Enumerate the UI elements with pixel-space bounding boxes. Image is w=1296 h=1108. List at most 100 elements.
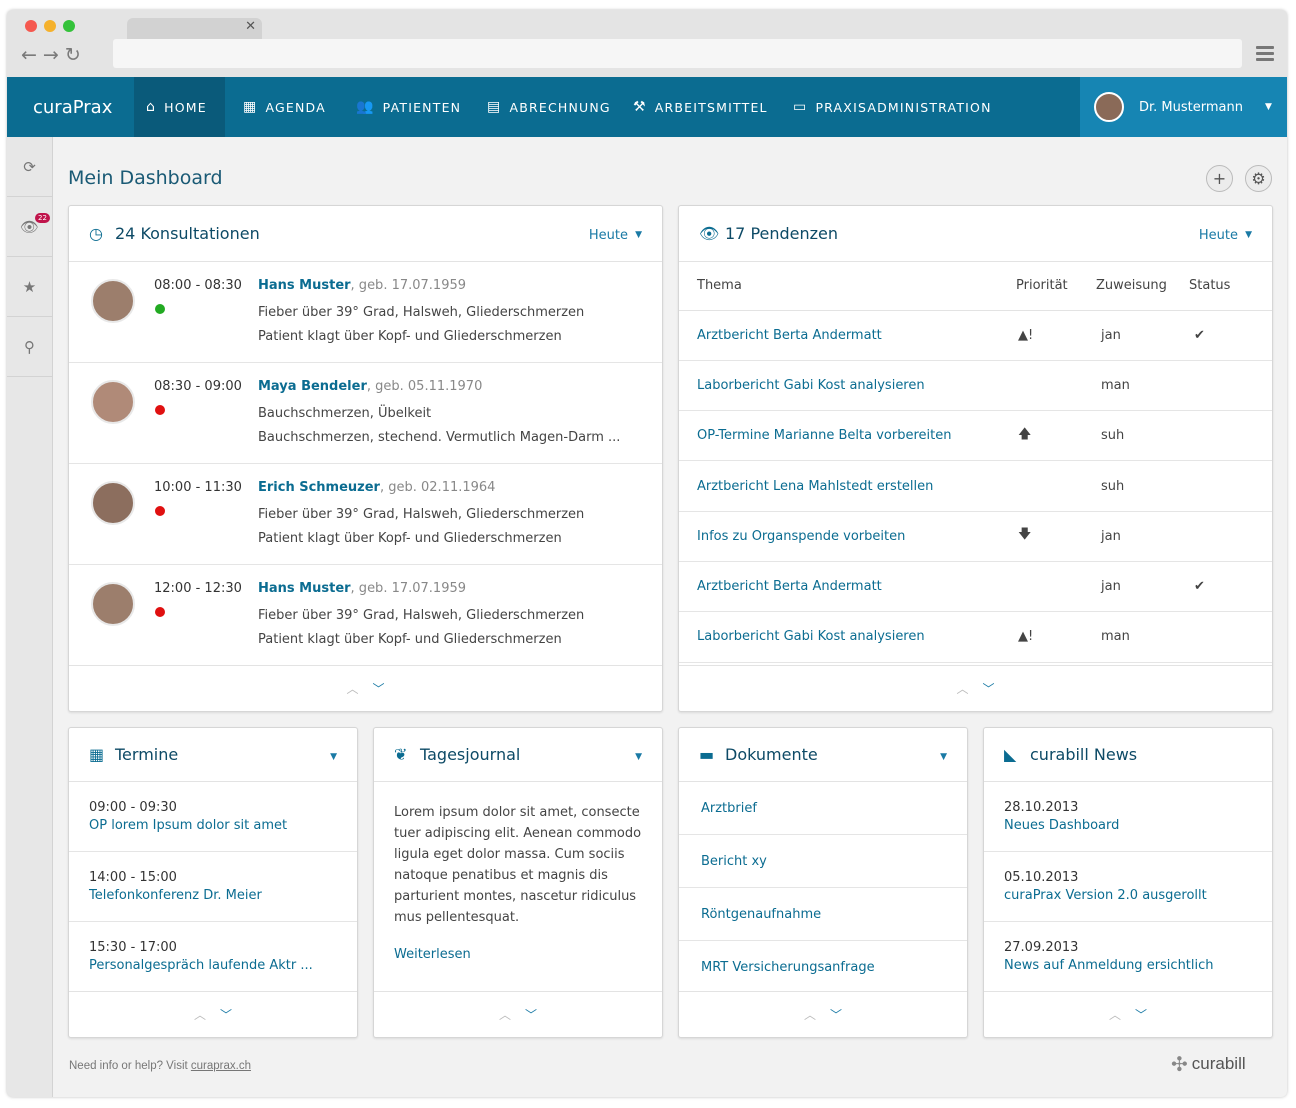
chevron-up-icon[interactable]: ︿ [1109, 1006, 1121, 1023]
list-item[interactable]: 08:00 - 08:30 Hans Muster, geb. 17.07.19… [69, 262, 662, 363]
symptoms: Fieber über 39° Grad, Halsweh, Gliedersc… [258, 507, 585, 522]
thema-link[interactable]: Arztbericht Berta Andermatt [679, 310, 1016, 361]
maximize-window-button[interactable] [63, 20, 75, 32]
thema-link[interactable]: Arztbericht Berta Andermatt [679, 561, 1016, 613]
nav-arbeitsmittel[interactable]: ⚒ ARBEITSMITTEL [621, 77, 780, 137]
list-item[interactable]: 08:30 - 09:00 Maya Bendeler, geb. 05.11.… [69, 363, 662, 464]
thema-link[interactable]: OP-Termine Marianne Belta vorbereiten [679, 410, 1016, 462]
table-row[interactable]: Infos zu Organspende vorbeiten 🡇 jan [679, 511, 1272, 562]
filter-dropdown[interactable]: Heute [1199, 228, 1238, 243]
appointment-link[interactable]: Personalgespräch laufende Aktr ... [89, 958, 337, 973]
patient-name-text[interactable]: Hans Muster [258, 581, 351, 596]
priority [1016, 360, 1096, 412]
notes: Bauchschmerzen, stechend. Vermutlich Mag… [258, 430, 621, 445]
settings-button[interactable]: ⚙ [1245, 165, 1272, 192]
nav-patienten[interactable]: 👥 PATIENTEN [344, 77, 473, 137]
sidebar-search[interactable]: ⚲ [7, 317, 52, 377]
close-window-button[interactable] [25, 20, 37, 32]
list-item[interactable]: 15:30 - 17:00 Personalgespräch laufende A… [69, 922, 357, 992]
thema-link[interactable]: Laborbericht Gabi Kost analysieren [679, 360, 1016, 412]
column-header: Priorität [1016, 262, 1096, 311]
filter-dropdown[interactable]: Heute [589, 228, 628, 243]
time: 12:00 - 12:30 [154, 581, 242, 596]
table-row[interactable]: OP-Termine Marianne Belta vorbereiten 🡅 su… [679, 410, 1272, 462]
document-link[interactable]: Röntgenaufnahme [679, 888, 967, 941]
browser-menu-icon[interactable] [1256, 46, 1274, 64]
nav-home[interactable]: ⌂ HOME [134, 77, 225, 137]
chevron-down-icon[interactable]: ▼ [1245, 230, 1252, 240]
chevron-down-icon[interactable]: ▼ [635, 752, 642, 762]
minimize-window-button[interactable] [44, 20, 56, 32]
appointment-link[interactable]: OP lorem Ipsum dolor sit amet [89, 818, 337, 833]
chevron-down-icon[interactable]: ﹀ [830, 1006, 842, 1023]
thema-link[interactable]: Arztbericht Lena Mahlstedt erstellen [679, 460, 1016, 512]
gear-icon: ⚙ [1251, 169, 1266, 188]
list-item[interactable]: 28.10.2013 Neues Dashboard [984, 782, 1272, 852]
nav-abrechnung[interactable]: ▤ ABRECHNUNG [475, 77, 623, 137]
thema-link[interactable]: Infos zu Organspende vorbeiten [679, 511, 1016, 562]
patient-name-text[interactable]: Hans Muster [258, 278, 351, 293]
document-link[interactable]: Bericht xy [679, 835, 967, 888]
chevron-down-icon[interactable]: ﹀ [983, 680, 995, 697]
chevron-down-icon[interactable]: ▼ [635, 230, 642, 240]
document-link[interactable]: MRT Versicherungsanfrage [679, 941, 967, 994]
table-row[interactable]: Laborbericht Gabi Kost analysieren ▲! man [679, 611, 1272, 663]
patient-name[interactable]: Erich Schmeuzer, geb. 02.11.1964 [258, 480, 495, 495]
chevron-up-icon[interactable]: ︿ [346, 680, 358, 697]
pendenzen-panel: 👁 17 Pendenzen Heute ▼ Thema Priorität Z… [678, 205, 1273, 712]
patient-name-text[interactable]: Erich Schmeuzer [258, 480, 380, 495]
toolbox-icon: ⚒ [633, 99, 647, 115]
chevron-up-icon[interactable]: ︿ [804, 1006, 816, 1023]
brand-logo[interactable]: curaPrax [33, 97, 112, 118]
reload-icon[interactable]: ↻ [65, 44, 87, 66]
user-menu[interactable]: Dr. Mustermann ▼ [1080, 77, 1287, 137]
list-item[interactable]: 12:00 - 12:30 Hans Muster, geb. 17.07.19… [69, 565, 662, 666]
help-link[interactable]: curaprax.ch [191, 1060, 251, 1072]
thema-link[interactable]: Laborbericht Gabi Kost analysieren [679, 611, 1016, 663]
panel-header: ◷ 24 Konsultationen Heute ▼ [69, 206, 662, 262]
chevron-up-icon[interactable]: ︿ [194, 1006, 206, 1023]
appointment-link[interactable]: Telefonkonferenz Dr. Meier [89, 888, 337, 903]
nav-agenda[interactable]: ▦ AGENDA [231, 77, 338, 137]
panel-title: curabill News [1030, 745, 1138, 764]
sidebar-watch[interactable]: 👁 22 [7, 197, 52, 257]
sidebar-refresh[interactable]: ⟳ [7, 137, 52, 197]
forward-icon[interactable]: → [43, 44, 65, 66]
chevron-down-icon[interactable]: ﹀ [220, 1006, 232, 1023]
table-row[interactable]: Arztbericht Berta Andermatt ▲! jan ✔ [679, 310, 1272, 361]
browser-tab[interactable]: ✕ [127, 18, 262, 40]
chevron-down-icon[interactable]: ▼ [940, 752, 947, 762]
table-row[interactable]: Arztbericht Lena Mahlstedt erstellen suh [679, 460, 1272, 512]
list-item[interactable]: 10:00 - 11:30 Erich Schmeuzer, geb. 02.1… [69, 464, 662, 565]
chevron-down-icon[interactable]: ﹀ [373, 680, 385, 697]
news-link[interactable]: curaPrax Version 2.0 ausgerollt [1004, 888, 1252, 903]
list-item[interactable]: 27.09.2013 News auf Anmeldung ersichtlich [984, 922, 1272, 992]
close-tab-icon[interactable]: ✕ [245, 19, 256, 34]
chevron-up-icon[interactable]: ︿ [956, 680, 968, 697]
news-link[interactable]: Neues Dashboard [1004, 818, 1252, 833]
news-link[interactable]: News auf Anmeldung ersichtlich [1004, 958, 1252, 973]
document-link[interactable]: Arztbrief [679, 782, 967, 835]
chevron-down-icon[interactable]: ▼ [330, 752, 337, 762]
table-row[interactable]: Arztbericht Berta Andermatt jan ✔ [679, 561, 1272, 613]
termine-panel: ▦ Termine ▼ 09:00 - 09:30 OP lorem Ipsum … [68, 727, 358, 1038]
chevron-up-icon[interactable]: ︿ [499, 1006, 511, 1023]
back-icon[interactable]: ← [21, 44, 43, 66]
dashboard: Mein Dashboard + ⚙ ◷ 24 Konsultationen H… [53, 137, 1287, 1097]
read-more-link[interactable]: Weiterlesen [394, 944, 644, 965]
add-widget-button[interactable]: + [1206, 165, 1233, 192]
table-row[interactable]: Laborbericht Gabi Kost analysieren man [679, 360, 1272, 412]
patient-name[interactable]: Hans Muster, geb. 17.07.1959 [258, 278, 466, 293]
list-item[interactable]: 14:00 - 15:00 Telefonkonferenz Dr. Meier [69, 852, 357, 922]
patient-name[interactable]: Hans Muster, geb. 17.07.1959 [258, 581, 466, 596]
nav-praxisadministration[interactable]: ▭ PRAXISADMINISTRATION [781, 77, 1004, 137]
patient-name-text[interactable]: Maya Bendeler [258, 379, 367, 394]
panel-header: ❦ Tagesjournal ▼ [374, 728, 662, 782]
chevron-down-icon[interactable]: ﹀ [525, 1006, 537, 1023]
address-bar[interactable] [113, 39, 1242, 68]
patient-name[interactable]: Maya Bendeler, geb. 05.11.1970 [258, 379, 482, 394]
sidebar-favorites[interactable]: ★ [7, 257, 52, 317]
list-item[interactable]: 05.10.2013 curaPrax Version 2.0 ausgeroll… [984, 852, 1272, 922]
chevron-down-icon[interactable]: ﹀ [1135, 1006, 1147, 1023]
list-item[interactable]: 09:00 - 09:30 OP lorem Ipsum dolor sit am… [69, 782, 357, 852]
